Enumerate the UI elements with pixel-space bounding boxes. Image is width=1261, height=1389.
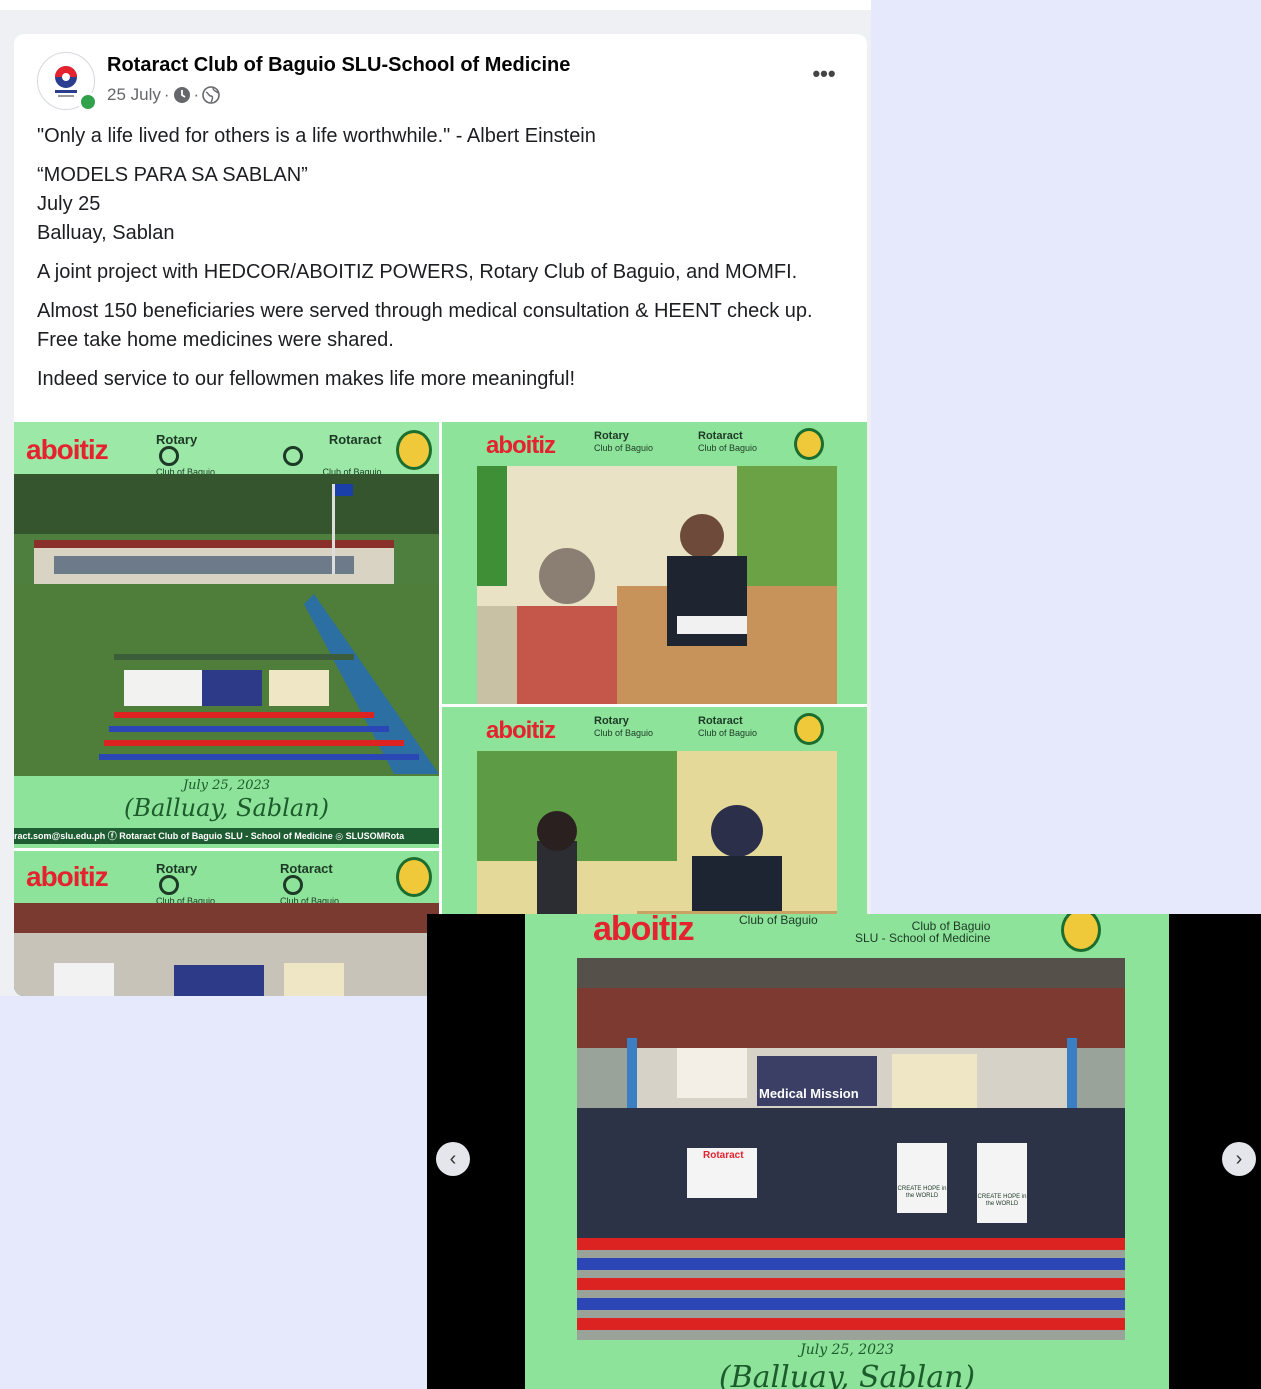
post-body: "Only a life lived for others is a life … xyxy=(37,122,847,404)
consultation-photo xyxy=(477,466,837,704)
aboitiz-logo: aboitiz xyxy=(486,717,556,744)
post-title: “MODELS PARA SA SABLAN” xyxy=(37,164,308,186)
post-meta: 25 July · · xyxy=(107,85,221,105)
place-banner: (Balluay, Sablan) xyxy=(124,794,329,822)
create-hope-banner-2: CREATE HOPE in the WORLD xyxy=(977,1194,1027,1207)
meta-separator: · xyxy=(193,85,200,104)
rotaract-banner: Rotaract xyxy=(703,1150,744,1161)
date-banner: July 25, 2023 xyxy=(182,778,271,793)
rotary-logo: Club of Baguio xyxy=(739,914,818,926)
create-hope-banner: CREATE HOPE in the WORLD xyxy=(897,1186,947,1199)
post-title-block: “MODELS PARA SA SABLAN” July 25 Balluay,… xyxy=(37,161,847,248)
viewer-photo[interactable]: aboitiz Club of Baguio Club of Baguio SLU… xyxy=(525,914,1169,1389)
post-date-line: July 25 xyxy=(37,193,101,215)
globe-icon xyxy=(202,86,221,104)
rotary-sub: Club of Baguio xyxy=(739,914,818,927)
rotary-label: Rotary xyxy=(156,861,198,876)
rotary-logo: Rotary Club of Baguio xyxy=(594,430,653,454)
rotaract-label: Rotaract xyxy=(328,432,382,447)
scene-illustration xyxy=(14,903,439,996)
photo-gallery: aboitiz Rotary Club of Baguio Rotaract Clu… xyxy=(14,422,867,996)
next-photo-button[interactable]: › xyxy=(1222,1142,1256,1176)
rotaract-label: Rotaract xyxy=(280,861,333,876)
post-place-line: Balluay, Sablan xyxy=(37,222,175,244)
rotaract-sub: Club of Baguio xyxy=(698,443,758,453)
rotaract-sub: Club of Baguio xyxy=(698,728,758,738)
group-photo: Medical Mission Rotaract CREATE HOPE in … xyxy=(577,958,1125,1340)
rotary-logo: Rotary Club of Baguio xyxy=(594,715,653,739)
clock-icon xyxy=(173,87,190,103)
rotaract-wheel-icon xyxy=(283,875,303,895)
post-card: Rotaract Club of Baguio SLU-School of Me… xyxy=(14,34,867,996)
school-building-photo xyxy=(14,474,439,776)
post-served: Almost 150 beneficiaries were served thr… xyxy=(37,300,813,351)
gallery-photo-1[interactable]: aboitiz Rotary Club of Baguio Rotaract Clu… xyxy=(14,422,439,848)
previous-photo-button[interactable]: ‹ xyxy=(436,1142,470,1176)
rotaract-logo: Rotaract Club of Baguio xyxy=(698,715,757,739)
aboitiz-logo: aboitiz xyxy=(593,914,695,948)
online-status-dot xyxy=(78,92,98,112)
school-seal-icon xyxy=(794,713,824,745)
facebook-post-screenshot: Rotaract Club of Baguio SLU-School of Me… xyxy=(0,10,871,996)
medical-mission-banner: Medical Mission xyxy=(759,1086,859,1101)
rotary-logo: Rotary Club of Baguio xyxy=(156,861,215,907)
school-seal-icon xyxy=(794,428,824,460)
aboitiz-logo: aboitiz xyxy=(486,432,556,459)
aboitiz-logo: aboitiz xyxy=(26,861,109,892)
rotary-label: Rotary xyxy=(594,430,629,442)
post-date[interactable]: 25 July xyxy=(107,85,161,105)
rotaract-logo: Rotaract Club of Baguio xyxy=(698,430,757,454)
rotary-label: Rotary xyxy=(156,432,198,447)
scene-illustration xyxy=(14,474,439,776)
rotary-wheel-icon xyxy=(159,875,179,895)
rotary-label: Rotary xyxy=(594,715,629,727)
date-banner: July 25, 2023 xyxy=(800,1342,894,1358)
rotary-sub: Club of Baguio xyxy=(594,443,654,453)
scene-illustration xyxy=(477,466,837,704)
post-closing: Indeed service to our fellowmen makes li… xyxy=(37,368,576,390)
contact-footer: ract.som@slu.edu.ph ⓕ Rotaract Club of B… xyxy=(14,828,439,844)
school-seal-icon xyxy=(396,857,432,897)
rotary-wheel-icon xyxy=(159,446,179,466)
school-seal-icon xyxy=(1061,914,1101,952)
aboitiz-logo: aboitiz xyxy=(26,434,109,465)
place-banner: (Balluay, Sablan) xyxy=(718,1360,976,1389)
post-quote: "Only a life lived for others is a life … xyxy=(37,125,596,147)
rotaract-sub2: SLU - School of Medicine xyxy=(855,931,991,945)
rotary-logo: Rotary Club of Baguio xyxy=(156,432,215,478)
post-header: Rotaract Club of Baguio SLU-School of Me… xyxy=(14,34,867,116)
photo-viewer: aboitiz Club of Baguio Club of Baguio SLU… xyxy=(427,914,1261,1389)
rotary-sub: Club of Baguio xyxy=(594,728,654,738)
scene-illustration xyxy=(577,958,1125,1330)
rotaract-logo: Club of Baguio SLU - School of Medicine xyxy=(855,920,990,944)
more-options-icon[interactable]: ••• xyxy=(809,63,839,85)
gallery-photo-2[interactable]: aboitiz Rotary Club of Baguio Rotaract Clu… xyxy=(442,422,867,704)
school-seal-icon xyxy=(396,430,432,470)
rotaract-label: Rotaract xyxy=(698,715,743,727)
group-photo-partial xyxy=(14,903,439,996)
post-joint: A joint project with HEDCOR/ABOITIZ POWE… xyxy=(37,261,798,283)
meta-separator: · xyxy=(163,85,170,104)
rotaract-label: Rotaract xyxy=(698,430,743,442)
page-name-link[interactable]: Rotaract Club of Baguio SLU-School of Me… xyxy=(107,54,570,77)
rotaract-wheel-icon xyxy=(283,446,303,466)
gallery-photo-4[interactable]: aboitiz Rotary Club of Baguio Rotaract Clu… xyxy=(14,851,439,996)
